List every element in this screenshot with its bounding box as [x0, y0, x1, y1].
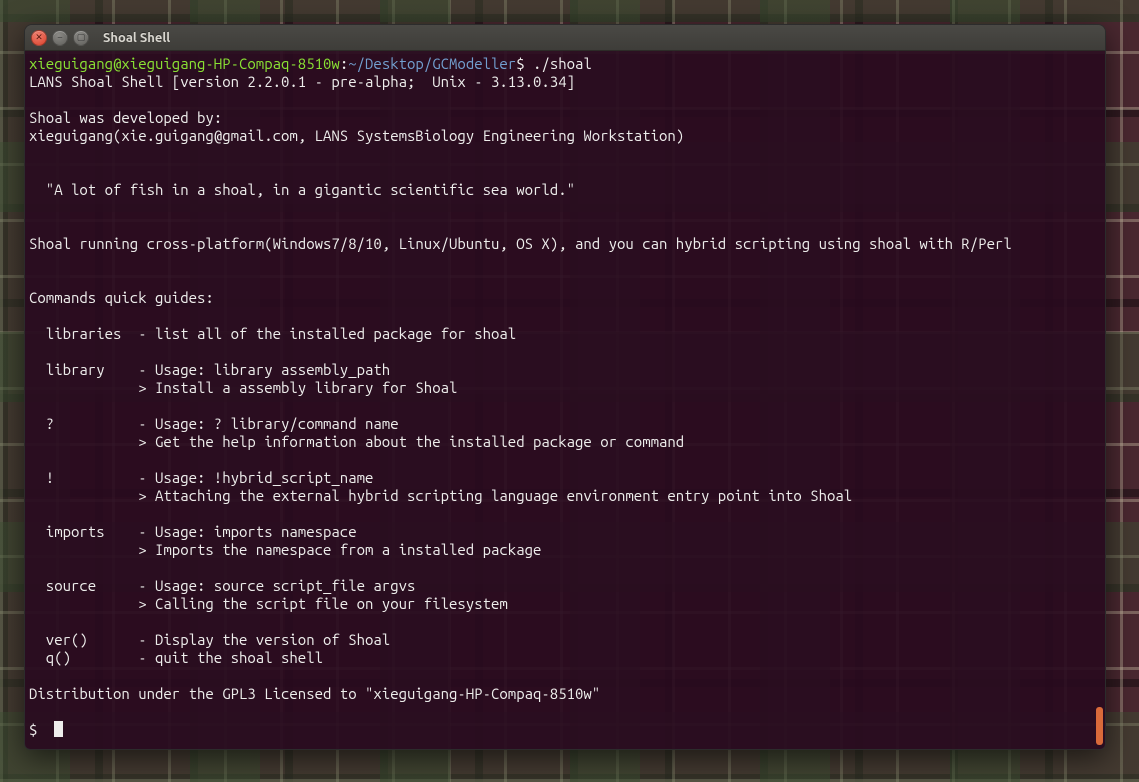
guide-source-usage: source - Usage: source script_file argvs [29, 577, 415, 594]
guide-help-desc: > Get the help information about the ins… [29, 433, 684, 450]
guide-library-usage: library - Usage: library assembly_path [29, 361, 390, 378]
guide-bang-desc: > Attaching the external hybrid scriptin… [29, 487, 852, 504]
cross-platform-line: Shoal running cross-platform(Windows7/8/… [29, 235, 1012, 252]
guide-imports-desc: > Imports the namespace from a installed… [29, 541, 541, 558]
guide-bang-usage: ! - Usage: !hybrid_script_name [29, 469, 373, 486]
terminal-area[interactable]: xieguigang@xieguigang-HP-Compaq-8510w:~/… [25, 51, 1105, 749]
guide-libraries: libraries - list all of the installed pa… [29, 325, 516, 342]
prompt-symbol: $ [516, 55, 533, 72]
entered-command: ./shoal [533, 55, 592, 72]
text-cursor [54, 721, 63, 737]
guide-quit: q() - quit the shoal shell [29, 649, 323, 666]
maximize-button[interactable]: ▢ [73, 30, 89, 46]
window-title: Shoal Shell [103, 31, 170, 45]
close-button[interactable]: ✕ [31, 30, 47, 46]
dev-header: Shoal was developed by: [29, 109, 222, 126]
prompt-sep: : [340, 55, 348, 72]
window-titlebar[interactable]: ✕ – ▢ Shoal Shell [25, 25, 1105, 51]
guide-source-desc: > Calling the script file on your filesy… [29, 595, 508, 612]
motto-quote: "A lot of fish in a shoal, in a gigantic… [29, 181, 575, 198]
prompt-path: ~/Desktop/GCModeller [348, 55, 516, 72]
terminal-window: ✕ – ▢ Shoal Shell xieguigang@xieguigang-… [24, 24, 1106, 750]
minimize-button[interactable]: – [52, 30, 68, 46]
shell-prompt: $ [29, 721, 54, 738]
banner-version: LANS Shoal Shell [version 2.2.0.1 - pre-… [29, 73, 575, 90]
guide-imports-usage: imports - Usage: imports namespace [29, 523, 357, 540]
prompt-userhost: xieguigang@xieguigang-HP-Compaq-8510w [29, 55, 340, 72]
guides-header: Commands quick guides: [29, 289, 214, 306]
guide-help-usage: ? - Usage: ? library/command name [29, 415, 399, 432]
dev-credit: xieguigang(xie.guigang@gmail.com, LANS S… [29, 127, 684, 144]
guide-library-desc: > Install a assembly library for Shoal [29, 379, 457, 396]
window-controls: ✕ – ▢ [31, 30, 89, 46]
distribution-line: Distribution under the GPL3 Licensed to … [29, 685, 600, 702]
scrollbar-thumb[interactable] [1096, 707, 1103, 745]
guide-version: ver() - Display the version of Shoal [29, 631, 390, 648]
